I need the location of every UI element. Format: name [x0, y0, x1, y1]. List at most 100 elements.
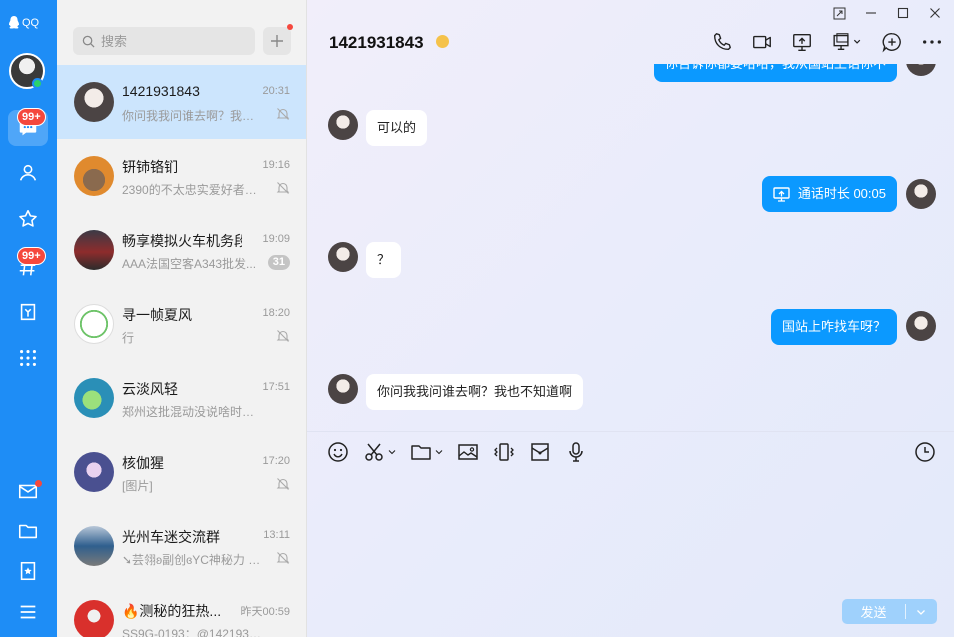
nav-bar: QQ 99+ 99+: [0, 0, 57, 637]
red-packet-button[interactable]: [529, 440, 551, 464]
search-box[interactable]: [73, 27, 255, 55]
file-button[interactable]: [410, 440, 443, 464]
conversation-time: 17:51: [262, 381, 290, 393]
conversation-item[interactable]: 云淡风轻 17:51 郑州这批混动没说啥时候下吧: [57, 361, 306, 435]
conversation-time: 19:16: [262, 159, 290, 171]
minimize-icon: [866, 12, 876, 14]
nav-mail[interactable]: [8, 473, 48, 509]
self-avatar[interactable]: [906, 311, 936, 341]
mute-bell-icon: [276, 552, 290, 564]
minimize-button[interactable]: [858, 4, 884, 22]
conversation-name: 核伽猩: [122, 455, 164, 471]
conversation-avatar: [74, 378, 114, 418]
window-controls: [826, 4, 948, 22]
conversation-item[interactable]: 钘铈铬钔 19:16 2390的不太忠实爱好者：...: [57, 139, 306, 213]
nav-contacts[interactable]: [8, 155, 48, 191]
mute-bell-icon: [276, 108, 290, 120]
self-avatar[interactable]: [906, 64, 936, 76]
nav-menu[interactable]: [8, 594, 48, 630]
message-bubble-out[interactable]: 国站上咋找车呀？: [770, 309, 897, 345]
message-list[interactable]: 你告诉你都要哈哈，我从国站上话你不 可以的 通话时长 00:05 ？ 国站上咋找…: [307, 64, 954, 432]
pin-window-button[interactable]: [826, 4, 852, 22]
shake-button[interactable]: [493, 440, 515, 464]
contact-avatar[interactable]: [328, 110, 358, 140]
conversation-preview: 行: [122, 331, 135, 345]
send-options-button[interactable]: [906, 607, 936, 617]
add-chat-icon: [882, 33, 901, 53]
screenshot-button[interactable]: [363, 440, 396, 464]
apps-grid-icon: [20, 350, 36, 366]
more-button[interactable]: [920, 30, 944, 54]
remote-assist-button[interactable]: [830, 30, 864, 54]
conversation-preview: ➘芸翎ʚ副创ɞYC神秘力 B...: [122, 553, 262, 567]
unread-count-badge: 31: [267, 255, 290, 270]
folder-icon: [18, 524, 38, 539]
mute-bell-icon: [276, 330, 290, 342]
message-bubble-in[interactable]: 可以的: [366, 110, 428, 146]
vibrate-icon: [494, 443, 514, 461]
conversation-avatar: [74, 230, 114, 270]
video-icon: [753, 35, 771, 49]
message-input[interactable]: [325, 470, 935, 585]
chat-panel: 1421931843 你告诉你都要哈哈，我从国站上话你不 可以的 通话时长: [307, 0, 954, 637]
conversation-avatar: [74, 82, 114, 122]
remote-desktop-icon: [833, 33, 861, 51]
send-button[interactable]: 发送: [842, 599, 937, 624]
conversation-preview: [图片]: [122, 479, 153, 493]
add-button[interactable]: [263, 27, 291, 55]
conversation-item[interactable]: 光州车迷交流群 13:11 ➘芸翎ʚ副创ɞYC神秘力 B...: [57, 509, 306, 583]
app-logo-text: QQ: [22, 16, 40, 29]
history-button[interactable]: [914, 441, 936, 463]
mute-bell-icon: [276, 182, 290, 194]
conversation-avatar: [74, 304, 114, 344]
add-member-button[interactable]: [880, 30, 904, 54]
voice-message-button[interactable]: [565, 440, 587, 464]
emoji-icon: [328, 442, 348, 462]
self-avatar[interactable]: [906, 179, 936, 209]
message-bubble-in[interactable]: 你问我我问谁去啊？我也不知道啊: [366, 374, 584, 410]
video-call-button[interactable]: [750, 30, 774, 54]
contact-avatar[interactable]: [328, 242, 358, 272]
status-emoji-icon: [436, 35, 449, 48]
send-label[interactable]: 发送: [842, 602, 905, 621]
conversation-item[interactable]: 核伽猩 17:20 [图片]: [57, 435, 306, 509]
conversation-time: 18:20: [262, 307, 290, 319]
message-bubble-out[interactable]: 你告诉你都要哈哈，我从国站上话你不: [653, 64, 897, 82]
chat-toolbar: [710, 30, 944, 54]
conversation-preview: 你问我我问谁去啊？我也...: [122, 109, 262, 123]
conversation-item[interactable]: 畅享模拟火车机务段 19:09 AAA法国空客A343批发... 31: [57, 213, 306, 287]
search-input[interactable]: [101, 33, 241, 49]
emoji-button[interactable]: [327, 440, 349, 464]
close-button[interactable]: [922, 4, 948, 22]
menu-icon: [20, 605, 36, 619]
contact-avatar[interactable]: [328, 374, 358, 404]
nav-favorites[interactable]: [8, 553, 48, 589]
conversation-time: 17:20: [262, 455, 290, 467]
screen-share-button[interactable]: [790, 30, 814, 54]
screen-share-icon: [793, 33, 811, 51]
chevron-down-icon: [917, 609, 925, 615]
nav-game[interactable]: [8, 294, 48, 330]
clock-icon: [915, 442, 935, 462]
image-icon: [458, 444, 478, 460]
game-icon: [20, 303, 36, 321]
image-button[interactable]: [457, 440, 479, 464]
chat-title[interactable]: 1421931843: [329, 33, 424, 53]
conversation-item[interactable]: 🔥测秘的狂热... 昨天00:59 SS9G-0193：@1421931843.…: [57, 583, 306, 637]
call-duration-bubble[interactable]: 通话时长 00:05: [761, 176, 897, 212]
message-bubble-in[interactable]: ？: [366, 242, 402, 278]
conversation-item[interactable]: 1421931843 20:31 你问我我问谁去啊？我也...: [57, 65, 306, 139]
chevron-down-icon: [435, 450, 443, 455]
conversation-name: 钘铈铬钔: [122, 159, 178, 175]
maximize-button[interactable]: [890, 4, 916, 22]
nav-apps[interactable]: [8, 340, 48, 376]
conversation-avatar: [74, 156, 114, 196]
nav-folder[interactable]: [8, 513, 48, 549]
conversation-preview: SS9G-0193：@1421931843...: [122, 627, 262, 637]
nav-star[interactable]: [8, 201, 48, 237]
voice-call-button[interactable]: [710, 30, 734, 54]
conversation-item[interactable]: 寻一帧夏风 18:20 行: [57, 287, 306, 361]
conversation-name: 畅享模拟火车机务段: [122, 233, 242, 249]
conversation-preview: 郑州这批混动没说啥时候下吧: [122, 405, 262, 419]
mute-bell-icon: [276, 478, 290, 490]
